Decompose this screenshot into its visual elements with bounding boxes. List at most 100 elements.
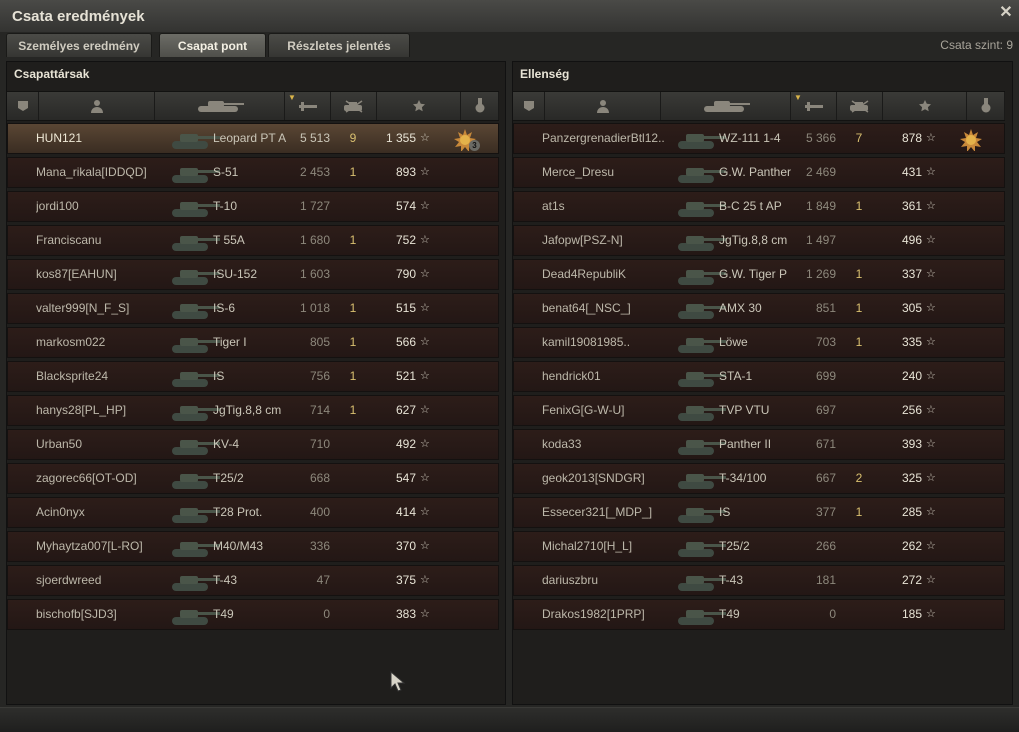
column-player[interactable] (545, 92, 661, 120)
player-row[interactable]: Merce_Dresu G.W. Panther 2 469 431 ☆ (513, 157, 1005, 188)
player-row[interactable]: sjoerdwreed T-43 47 375 ☆ (7, 565, 499, 596)
column-player[interactable] (39, 92, 155, 120)
damage-value: 1 269 (805, 267, 836, 281)
kills-value: 1 (349, 403, 357, 417)
damage-value: 0 (829, 607, 836, 621)
player-name: Urban50 (36, 437, 83, 451)
player-row[interactable]: HUN121 Leopard PT A5 513 9 1 355 ☆ 3 (7, 123, 499, 154)
player-row[interactable]: valter999[N_F_S] IS-6 1 018 1 515 ☆ (7, 293, 499, 324)
medal-icon[interactable]: 3 (454, 129, 480, 151)
damage-value: 697 (815, 403, 836, 417)
column-tank[interactable] (661, 92, 791, 120)
column-kills[interactable] (837, 92, 883, 120)
experience-value: 574 (395, 199, 416, 213)
player-row[interactable]: bischofb[SJD3] T49 0 383 ☆ (7, 599, 499, 630)
star-icon: ☆ (420, 200, 430, 212)
experience-value: 547 (395, 471, 416, 485)
damage-value: 699 (815, 369, 836, 383)
column-experience[interactable] (883, 92, 967, 120)
column-kills[interactable] (331, 92, 377, 120)
damage-value: 0 (323, 607, 330, 621)
star-icon: ☆ (926, 404, 936, 416)
player-row[interactable]: Franciscanu T 55A 1 680 1 752 ☆ (7, 225, 499, 256)
star-icon: ☆ (926, 268, 936, 280)
player-row[interactable]: zagorec66[OT-OD] T25/2 668 547 ☆ (7, 463, 499, 494)
player-row[interactable]: kamil19081985.. Löwe 703 1 335 ☆ (513, 327, 1005, 358)
player-row[interactable]: Essecer321[_MDP_] IS 377 1 285 ☆ (513, 497, 1005, 528)
player-row[interactable]: Acin0nyx T28 Prot. 400 414 ☆ (7, 497, 499, 528)
experience-value: 272 (901, 573, 922, 587)
column-squad[interactable] (513, 92, 545, 120)
medal-count-badge: 3 (469, 140, 480, 151)
player-name: Essecer321[_MDP_] (542, 505, 653, 519)
player-row[interactable]: FenixG[G-W-U] TVP VTU 697 256 ☆ (513, 395, 1005, 426)
experience-value: 893 (395, 165, 416, 179)
player-row[interactable]: Blacksprite24 IS 756 1 521 ☆ (7, 361, 499, 392)
player-name: Franciscanu (36, 233, 102, 247)
star-icon: ☆ (926, 370, 936, 382)
player-row[interactable]: Urban50 KV-4 710 492 ☆ (7, 429, 499, 460)
star-icon: ☆ (926, 200, 936, 212)
column-medal[interactable] (967, 92, 1005, 120)
player-row[interactable]: Jafopw[PSZ-N] JgTig.8,8 cm 1 497 496 ☆ (513, 225, 1005, 256)
star-icon: ☆ (420, 370, 430, 382)
player-row[interactable]: benat64[_NSC_] AMX 30 851 1 305 ☆ (513, 293, 1005, 324)
damage-value: 400 (309, 505, 330, 519)
player-name: valter999[N_F_S] (36, 301, 130, 315)
star-icon: ☆ (926, 132, 936, 144)
player-row[interactable]: Mana_rikala[IDDQD] S-51 2 453 1 893 ☆ (7, 157, 499, 188)
experience-value: 521 (395, 369, 416, 383)
player-name: at1s (542, 199, 565, 213)
player-name: Mana_rikala[IDDQD] (36, 165, 147, 179)
player-row[interactable]: jordi100 T-10 1 727 574 ☆ (7, 191, 499, 222)
column-medal[interactable] (461, 92, 499, 120)
player-row[interactable]: Dead4RepubliK G.W. Tiger P1 269 1 337 ☆ (513, 259, 1005, 290)
experience-value: 337 (901, 267, 922, 281)
player-row[interactable]: Drakos1982[1PRP] T49 0 185 ☆ (513, 599, 1005, 630)
experience-value: 878 (901, 131, 922, 145)
bottom-bar (0, 707, 1019, 732)
player-name: Michal2710[H_L] (542, 539, 633, 553)
experience-value: 496 (901, 233, 922, 247)
tab-detailed-report[interactable]: Részletes jelentés (268, 33, 410, 57)
damage-value: 671 (815, 437, 836, 451)
player-row[interactable]: PanzergrenadierBtl12.. WZ-111 1-4 5 366 7 87… (513, 123, 1005, 154)
close-icon[interactable]: ✕ (998, 5, 1014, 21)
player-name: Jafopw[PSZ-N] (542, 233, 623, 247)
player-row[interactable]: kos87[EAHUN] ISU-152 1 603 790 ☆ (7, 259, 499, 290)
experience-value: 627 (395, 403, 416, 417)
player-name: Drakos1982[1PRP] (542, 607, 645, 621)
player-row[interactable]: dariuszbru T-43 181 272 ☆ (513, 565, 1005, 596)
title-bar: Csata eredmények ✕ (0, 0, 1019, 32)
column-damage[interactable]: ▼ (285, 92, 331, 120)
column-squad[interactable] (7, 92, 39, 120)
column-damage[interactable]: ▼ (791, 92, 837, 120)
player-name: Dead4RepubliK (542, 267, 627, 281)
experience-value: 375 (395, 573, 416, 587)
experience-value: 361 (901, 199, 922, 213)
player-row[interactable]: Myhaytza007[L-RO] M40/M43 336 370 ☆ (7, 531, 499, 562)
star-icon: ☆ (926, 540, 936, 552)
kills-value: 1 (855, 335, 863, 349)
column-experience[interactable] (377, 92, 461, 120)
player-row[interactable]: at1s B-C 25 t AP 1 849 1 361 ☆ (513, 191, 1005, 222)
player-row[interactable]: geok2013[SNDGR] T-34/100 667 2 325 ☆ (513, 463, 1005, 494)
enemies-panel: Ellenség ▼ PanzergrenadierBtl12.. WZ-111 1… (512, 61, 1013, 705)
damage-value: 2 469 (805, 165, 836, 179)
tab-personal-result[interactable]: Személyes eredmény (6, 33, 152, 57)
player-name: hendrick01 (542, 369, 601, 383)
player-row[interactable]: koda33 Panther II 671 393 ☆ (513, 429, 1005, 460)
medal-icon[interactable] (960, 129, 986, 151)
player-row[interactable]: hanys28[PL_HP] JgTig.8,8 cm 714 1 627 ☆ (7, 395, 499, 426)
kills-value: 1 (855, 505, 863, 519)
star-icon: ☆ (926, 472, 936, 484)
battle-level: Csata szint: 9 (940, 38, 1013, 52)
player-row[interactable]: markosm022 Tiger I 805 1 566 ☆ (7, 327, 499, 358)
player-row[interactable]: Michal2710[H_L] T25/2 266 262 ☆ (513, 531, 1005, 562)
experience-value: 414 (395, 505, 416, 519)
column-tank[interactable] (155, 92, 285, 120)
player-row[interactable]: hendrick01 STA-1 699 240 ☆ (513, 361, 1005, 392)
damage-value: 851 (815, 301, 836, 315)
enemies-title: Ellenség (520, 67, 570, 81)
tab-team-score[interactable]: Csapat pont (159, 33, 266, 57)
